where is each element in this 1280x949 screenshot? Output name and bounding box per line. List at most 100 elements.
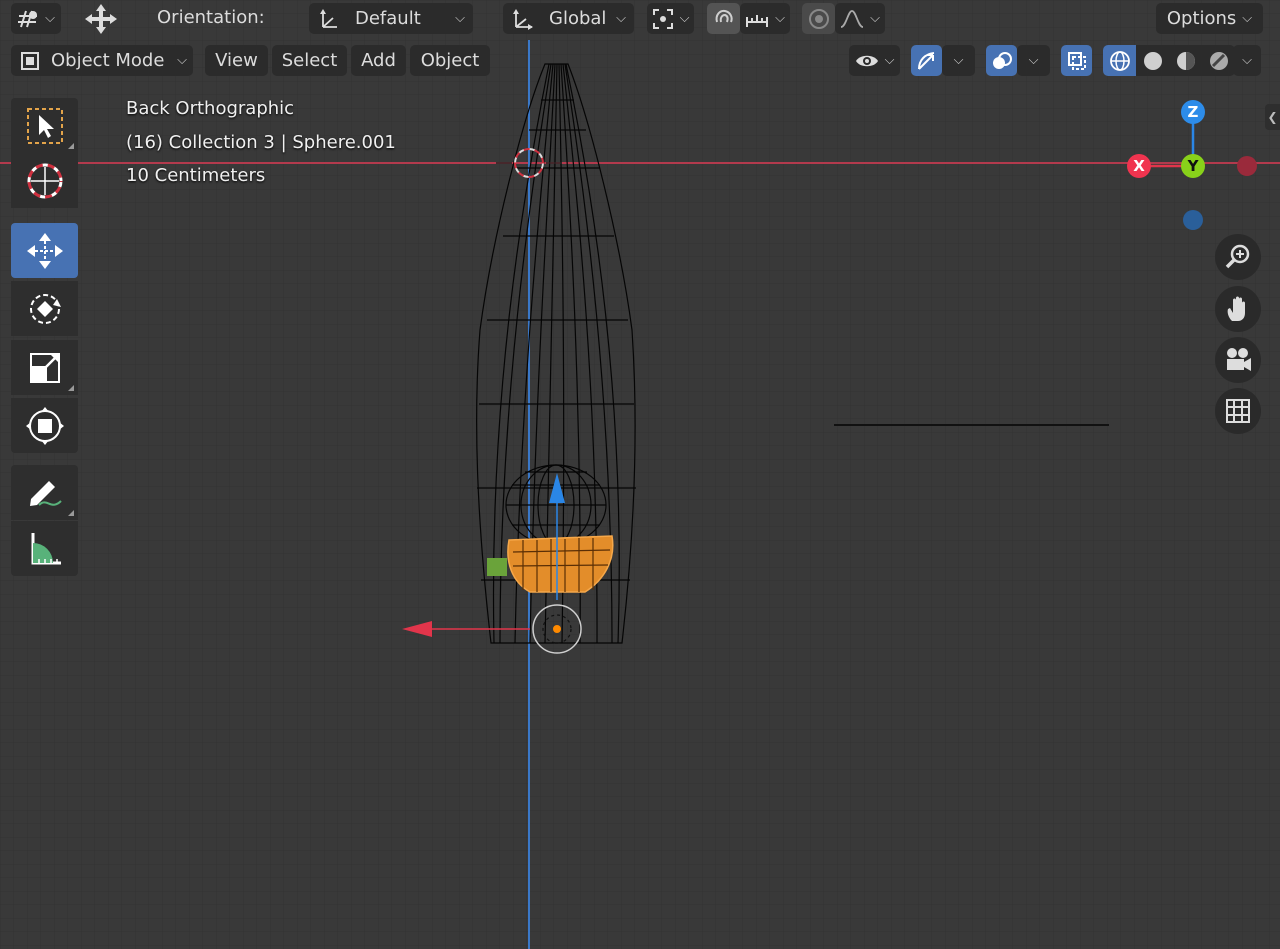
visibility-dropdown[interactable]: ⌵ bbox=[849, 45, 900, 76]
select-box-icon bbox=[26, 107, 63, 144]
ortho-grid-icon bbox=[1226, 399, 1250, 423]
view-name-text: Back Orthographic bbox=[126, 98, 295, 119]
rotate-icon bbox=[29, 293, 61, 324]
eye-icon bbox=[855, 55, 878, 66]
measure-ruler-icon bbox=[31, 532, 61, 564]
select-menu[interactable]: Select bbox=[272, 45, 347, 76]
chevron-down-icon: ⌵ bbox=[616, 11, 626, 26]
camera-view-button[interactable] bbox=[1215, 337, 1261, 383]
material-sphere-icon bbox=[1176, 51, 1195, 70]
global-axes-icon bbox=[513, 8, 533, 30]
options-label: Options bbox=[1166, 8, 1237, 29]
snap-toggle-button[interactable] bbox=[707, 3, 740, 34]
tool-transform[interactable] bbox=[11, 398, 78, 453]
tool-rotate[interactable] bbox=[11, 281, 78, 336]
wireframe-shading-button[interactable] bbox=[1103, 45, 1136, 76]
options-dropdown[interactable]: Options ⌵ bbox=[1156, 3, 1263, 34]
gizmo-negative-z[interactable] bbox=[1183, 210, 1203, 230]
move-arrows-icon bbox=[26, 232, 63, 269]
pivot-point-icon bbox=[652, 8, 673, 29]
chevron-down-icon: ⌵ bbox=[455, 11, 465, 26]
object-menu-label: Object bbox=[420, 50, 480, 71]
overlays-icon bbox=[992, 51, 1012, 69]
hand-icon bbox=[1227, 296, 1245, 321]
solid-shading-button[interactable] bbox=[1136, 45, 1169, 76]
transform-space-dropdown[interactable]: Global ⌵ bbox=[503, 3, 634, 34]
proportional-edit-icon bbox=[808, 8, 829, 29]
transform-tool-button[interactable] bbox=[78, 3, 124, 34]
mode-dropdown[interactable]: Object Mode ⌵ bbox=[11, 45, 193, 76]
collection-info-text: (16) Collection 3 | Sphere.001 bbox=[126, 132, 396, 153]
editor-type-button[interactable]: ⌵ bbox=[11, 3, 61, 34]
chevron-down-icon: ⌵ bbox=[1028, 53, 1039, 68]
object-menu[interactable]: Object bbox=[410, 45, 490, 76]
tool-measure[interactable] bbox=[11, 521, 78, 576]
gizmo-icon bbox=[917, 51, 934, 70]
chevron-down-icon: ⌵ bbox=[870, 11, 880, 26]
select-menu-label: Select bbox=[281, 50, 338, 71]
pivot-point-dropdown[interactable]: ⌵ bbox=[647, 3, 694, 34]
material-shading-button[interactable] bbox=[1169, 45, 1202, 76]
rendered-sphere-icon bbox=[1209, 51, 1228, 70]
chevron-down-icon: ⌵ bbox=[45, 11, 55, 26]
orientation-value: Default bbox=[355, 8, 421, 29]
pan-button[interactable] bbox=[1215, 286, 1261, 332]
falloff-curve-icon bbox=[840, 9, 864, 28]
chevron-down-icon: ⌵ bbox=[1242, 53, 1252, 68]
orientation-axes-icon bbox=[320, 8, 337, 28]
overlays-dropdown[interactable]: ⌵ bbox=[1017, 45, 1050, 76]
orientation-dropdown[interactable]: Default ⌵ bbox=[309, 3, 473, 34]
chevron-down-icon: ⌵ bbox=[177, 53, 187, 68]
chevron-down-icon: ⌵ bbox=[775, 11, 785, 26]
gizmo-x-label: X bbox=[1133, 157, 1145, 175]
zoom-button[interactable] bbox=[1215, 234, 1261, 280]
snap-target-dropdown[interactable]: ⌵ bbox=[740, 3, 790, 34]
shading-dropdown[interactable]: ⌵ bbox=[1233, 45, 1261, 76]
tool-move[interactable] bbox=[11, 223, 78, 278]
gizmo-negative-x[interactable] bbox=[1237, 156, 1257, 176]
move-arrows-icon bbox=[85, 3, 117, 34]
object-mode-icon bbox=[21, 51, 39, 70]
chevron-down-icon: ⌵ bbox=[679, 11, 690, 26]
add-menu[interactable]: Add bbox=[351, 45, 406, 76]
camera-icon bbox=[1227, 348, 1251, 371]
scale-icon bbox=[29, 352, 60, 383]
overlays-toggle-button[interactable] bbox=[986, 45, 1017, 76]
orientation-label: Orientation: bbox=[157, 7, 265, 28]
transform-space-value: Global bbox=[549, 8, 607, 29]
tool-select-box[interactable] bbox=[11, 98, 78, 153]
gizmo-toggle-button[interactable] bbox=[911, 45, 942, 76]
grid-editor-icon bbox=[18, 10, 38, 27]
transform-icon bbox=[25, 406, 64, 445]
gizmo-y-label: Y bbox=[1187, 157, 1199, 175]
tool-cursor[interactable] bbox=[11, 153, 78, 208]
falloff-dropdown[interactable]: ⌵ bbox=[835, 3, 885, 34]
view-menu[interactable]: View bbox=[205, 45, 268, 76]
wireframe-sphere-icon bbox=[1109, 50, 1130, 71]
view-menu-label: View bbox=[215, 50, 258, 71]
perspective-toggle-button[interactable] bbox=[1215, 388, 1261, 434]
gizmo-z-label: Z bbox=[1187, 103, 1199, 121]
chevron-down-icon: ⌵ bbox=[884, 53, 895, 68]
solid-sphere-icon bbox=[1143, 51, 1162, 70]
magnet-icon bbox=[715, 9, 733, 22]
gizmo-y-axis[interactable]: Y bbox=[1181, 154, 1205, 178]
add-menu-label: Add bbox=[361, 50, 396, 71]
mode-value: Object Mode bbox=[51, 50, 165, 71]
gizmo-dropdown[interactable]: ⌵ bbox=[942, 45, 975, 76]
tool-scale[interactable] bbox=[11, 340, 78, 395]
tool-annotate[interactable] bbox=[11, 465, 78, 520]
gizmo-x-axis[interactable]: X bbox=[1127, 154, 1151, 178]
cursor-icon bbox=[27, 163, 62, 198]
snap-increment-icon bbox=[746, 14, 769, 27]
shading-mode-group bbox=[1103, 45, 1235, 76]
gizmo-z-axis[interactable]: Z bbox=[1181, 100, 1205, 124]
zoom-magnifier-icon bbox=[1225, 244, 1250, 269]
chevron-down-icon: ⌵ bbox=[953, 53, 964, 68]
xray-icon bbox=[1067, 51, 1086, 70]
rendered-shading-button[interactable] bbox=[1202, 45, 1235, 76]
annotate-pencil-icon bbox=[29, 480, 62, 506]
proportional-edit-button[interactable] bbox=[802, 3, 835, 34]
chevron-down-icon: ⌵ bbox=[1242, 11, 1253, 26]
xray-toggle-button[interactable] bbox=[1061, 45, 1092, 76]
